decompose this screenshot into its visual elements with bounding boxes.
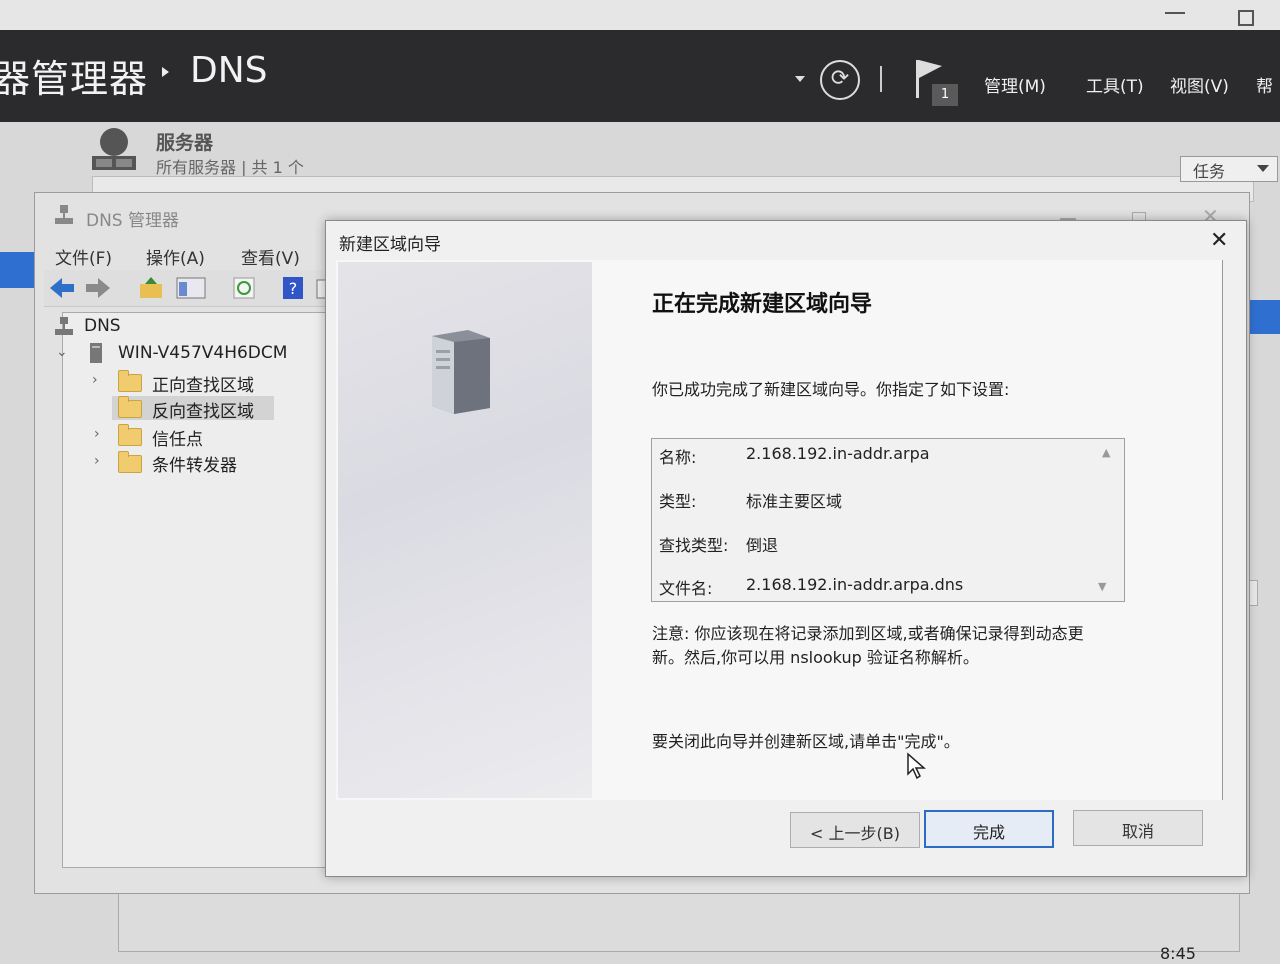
menu-file[interactable]: 文件(F) <box>55 244 112 269</box>
menu-tools[interactable]: 工具(T) <box>1086 72 1144 97</box>
setting-label-name: 名称: <box>659 448 697 467</box>
restore-button[interactable] <box>1238 10 1254 26</box>
folder-icon <box>118 451 142 473</box>
menu-view[interactable]: 查看(V) <box>241 244 300 269</box>
setting-label-type: 类型: <box>659 492 697 511</box>
chevron-right-icon[interactable]: › <box>92 372 98 388</box>
finish-button-label: 完成 <box>972 823 1005 842</box>
setting-label-file-name: 文件名: <box>659 579 713 598</box>
app-title: 器管理器 <box>0 57 149 101</box>
nav-selected-indicator[interactable] <box>0 252 38 288</box>
breadcrumb-current: DNS <box>190 50 268 91</box>
menu-manage[interactable]: 管理(M) <box>984 72 1046 97</box>
back-button-label: < 上一步(B) <box>810 824 900 843</box>
wizard-note-line1: 注意: 你应该现在将记录添加到区域,或者确保记录得到动态更 <box>652 624 1084 643</box>
menu-action[interactable]: 操作(A) <box>146 244 205 269</box>
svg-text:?: ? <box>289 279 298 298</box>
tree-item-server[interactable]: WIN-V457V4H6DCM <box>118 343 287 363</box>
chevron-down-icon[interactable]: ⌄ <box>56 344 68 360</box>
refresh-icon[interactable] <box>232 276 256 300</box>
wizard-title: 新建区域向导 <box>339 235 441 255</box>
refresh-icon[interactable]: ⟳ <box>820 60 860 100</box>
chevron-right-icon[interactable]: › <box>94 453 100 469</box>
cancel-button[interactable]: 取消 <box>1073 810 1203 846</box>
servers-icon <box>92 128 136 170</box>
setting-value-file-name: 2.168.192.in-addr.arpa.dns <box>746 575 964 594</box>
show-hide-tree-icon[interactable] <box>176 276 206 300</box>
folder-icon <box>118 396 142 418</box>
scroll-up-icon[interactable]: ▲ <box>1102 446 1110 459</box>
tasks-label: 任务 <box>1193 162 1226 181</box>
tasks-dropdown[interactable]: 任务 <box>1180 156 1278 182</box>
forward-arrow-icon[interactable] <box>84 276 112 300</box>
wizard-note-line2: 新。然后,你可以用 nslookup 验证名称解析。 <box>652 648 979 667</box>
menu-help[interactable]: 帮 <box>1256 72 1273 97</box>
scroll-down-icon[interactable]: ▼ <box>1098 580 1106 593</box>
breadcrumb-arrow-icon <box>162 67 169 77</box>
toolbar: ? <box>44 270 334 307</box>
setting-value-type: 标准主要区域 <box>746 492 843 511</box>
servers-title: 服务器 <box>156 132 214 154</box>
server-tower-icon <box>432 330 490 414</box>
chevron-down-icon <box>1257 165 1269 172</box>
wizard-finish-hint: 要关闭此向导并创建新区域,请单击"完成"。 <box>652 732 960 751</box>
tree-item-reverse-zones[interactable]: 反向查找区域 <box>152 397 254 422</box>
up-folder-icon[interactable] <box>138 276 164 300</box>
tree-item-trust-points[interactable]: 信任点 <box>152 425 203 450</box>
folder-icon <box>118 370 142 392</box>
mouse-cursor-icon <box>907 752 926 780</box>
window-top-strip <box>0 0 1280 34</box>
close-icon[interactable]: ✕ <box>1210 228 1228 253</box>
servers-subtitle: 所有服务器 | 共 1 个 <box>156 158 304 177</box>
folder-icon <box>118 424 142 446</box>
tree-item-conditional-forwarders[interactable]: 条件转发器 <box>152 451 237 476</box>
chevron-right-icon[interactable]: › <box>94 426 100 442</box>
setting-label-lookup-type: 查找类型: <box>659 536 729 555</box>
help-icon[interactable]: ? <box>282 276 304 300</box>
dns-manager-title: DNS 管理器 <box>86 211 180 231</box>
tree-item-forward-zones[interactable]: 正向查找区域 <box>152 371 254 396</box>
dns-app-icon <box>55 205 73 224</box>
server-icon <box>90 343 102 363</box>
finish-button[interactable]: 完成 <box>924 810 1054 848</box>
cancel-button-label: 取消 <box>1121 822 1154 841</box>
minimize-button[interactable] <box>1165 12 1185 14</box>
tree-item-dns[interactable]: DNS <box>84 316 121 336</box>
header-separator <box>880 66 882 92</box>
dns-root-icon <box>55 317 73 335</box>
taskbar-clock: 8:45 <box>1160 944 1196 963</box>
back-arrow-icon[interactable] <box>48 276 76 300</box>
setting-value-lookup-type: 倒退 <box>746 536 779 555</box>
setting-value-name: 2.168.192.in-addr.arpa <box>746 444 930 463</box>
menu-view[interactable]: 视图(V) <box>1170 72 1229 97</box>
back-button[interactable]: < 上一步(B) <box>790 812 920 848</box>
chevron-down-icon[interactable] <box>795 76 805 82</box>
wizard-heading: 正在完成新建区域向导 <box>652 292 873 317</box>
wizard-intro: 你已成功完成了新建区域向导。你指定了如下设置: <box>652 380 1010 399</box>
notification-badge: 1 <box>932 84 958 106</box>
